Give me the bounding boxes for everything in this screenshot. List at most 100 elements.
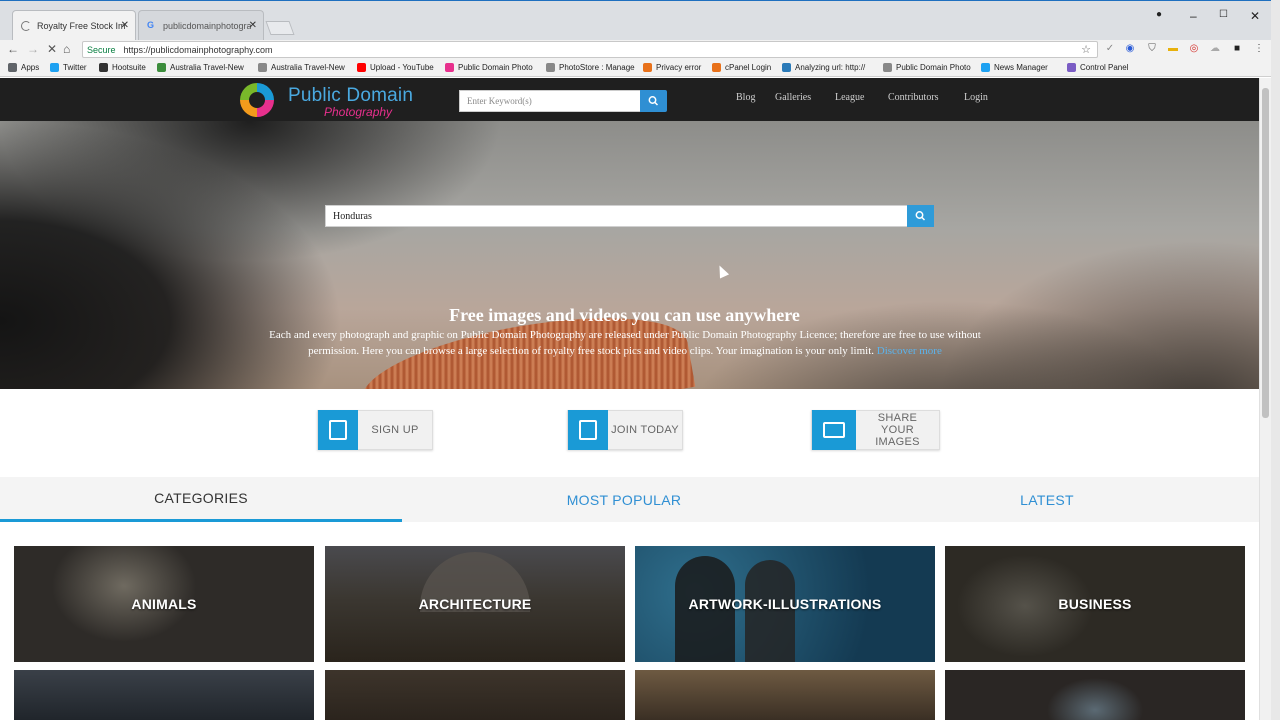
- bookmark-item[interactable]: News Manager: [981, 63, 1048, 72]
- bookmark-item[interactable]: Privacy error: [643, 63, 701, 72]
- bookmark-favicon-icon: [782, 63, 791, 72]
- site-logo[interactable]: Public Domain Photography: [240, 81, 445, 121]
- bookmark-favicon-icon: [50, 63, 59, 72]
- bookmark-favicon-icon: [712, 63, 721, 72]
- sign-up-label: SIGN UP: [371, 424, 419, 436]
- bookmark-item[interactable]: Upload - YouTube: [357, 63, 434, 72]
- tab-title: Royalty Free Stock Image: [37, 21, 125, 31]
- bookmark-item[interactable]: Apps: [8, 63, 39, 72]
- nav-login[interactable]: Login: [964, 92, 988, 103]
- hero-search-button[interactable]: [907, 205, 934, 227]
- browser-tab-active[interactable]: Royalty Free Stock Image ✕: [12, 10, 136, 41]
- extension-check-icon[interactable]: ✓: [1104, 43, 1116, 55]
- share-images-button[interactable]: SHARE YOUR IMAGES: [811, 410, 940, 450]
- hero-banner: Honduras Free images and videos you can …: [0, 121, 1259, 389]
- bookmark-label: PhotoStore : Manage: [559, 63, 635, 72]
- minimize-button[interactable]: –: [1190, 9, 1197, 23]
- nav-contributors[interactable]: Contributors: [888, 92, 939, 103]
- bookmark-star-icon[interactable]: ☆: [1081, 43, 1091, 56]
- category-tile[interactable]: [635, 670, 935, 720]
- bookmark-label: Privacy error: [656, 63, 702, 72]
- new-tab-button[interactable]: [265, 21, 295, 35]
- nav-galleries[interactable]: Galleries: [775, 92, 811, 103]
- bookmark-item[interactable]: Public Domain Photo: [445, 63, 533, 72]
- category-business[interactable]: BUSINESS: [945, 546, 1245, 662]
- address-bar: ← → ✕ ⌂ Secure https://publicdomainphoto…: [0, 40, 1280, 60]
- bookmark-item[interactable]: cPanel Login: [712, 63, 771, 72]
- window-edge: [1271, 0, 1280, 720]
- category-label: ARTWORK-ILLUSTRATIONS: [688, 596, 882, 612]
- extension-dark-icon[interactable]: ■: [1231, 43, 1243, 55]
- stop-icon[interactable]: ✕: [47, 42, 57, 56]
- logo-title: Public Domain: [288, 85, 414, 106]
- maximize-button[interactable]: ☐: [1219, 9, 1228, 20]
- close-tab-icon[interactable]: ✕: [121, 20, 129, 31]
- bookmark-item[interactable]: Control Panel: [1067, 63, 1128, 72]
- bookmark-favicon-icon: [981, 63, 990, 72]
- menu-icon[interactable]: ⋮: [1253, 43, 1265, 55]
- bookmark-favicon-icon: [357, 63, 366, 72]
- bookmark-item[interactable]: Hootsuite: [99, 63, 146, 72]
- bookmark-label: cPanel Login: [725, 63, 772, 72]
- category-label: BUSINESS: [1058, 596, 1132, 612]
- category-tile[interactable]: [14, 670, 314, 720]
- bookmark-item[interactable]: PhotoStore : Manage: [546, 63, 635, 72]
- home-icon[interactable]: ⌂: [63, 42, 70, 56]
- extension-lastpass-icon[interactable]: ◎: [1188, 43, 1200, 55]
- nav-blog[interactable]: Blog: [736, 92, 755, 103]
- search-icon: [648, 96, 659, 106]
- content-tabs: CATEGORIES MOST POPULAR LATEST: [0, 477, 1259, 522]
- sign-up-button[interactable]: SIGN UP: [317, 410, 433, 450]
- url-input[interactable]: Secure https://publicdomainphotography.c…: [82, 41, 1098, 58]
- back-icon[interactable]: ←: [7, 42, 19, 56]
- header-search-button[interactable]: [640, 90, 667, 112]
- bookmark-item[interactable]: Public Domain Photo: [883, 63, 971, 72]
- extension-circle-icon[interactable]: ◉: [1124, 43, 1136, 55]
- bookmark-favicon-icon: [157, 63, 166, 72]
- category-animals[interactable]: ANIMALS: [14, 546, 314, 662]
- bookmark-label: Upload - YouTube: [370, 63, 434, 72]
- share-images-label: SHARE YOUR IMAGES: [875, 412, 920, 448]
- header-search-input[interactable]: Enter Keyword(s): [459, 90, 641, 112]
- tab-title: publicdomainphotograp: [163, 21, 251, 31]
- bookmark-item[interactable]: Analyzing url: http://: [782, 63, 865, 72]
- category-tile[interactable]: [325, 670, 625, 720]
- browser-tab-strip: Royalty Free Stock Image ✕ G publicdomai…: [0, 0, 1280, 41]
- forward-icon[interactable]: →: [27, 42, 39, 56]
- scrollbar-thumb[interactable]: [1262, 88, 1269, 418]
- tab-most-popular[interactable]: MOST POPULAR: [422, 477, 826, 522]
- hero-description-text: Each and every photograph and graphic on…: [269, 329, 981, 357]
- category-tile[interactable]: [945, 670, 1245, 720]
- join-today-button[interactable]: JOIN TODAY: [567, 410, 683, 450]
- bookmark-label: Australia Travel-New: [170, 63, 244, 72]
- hero-search-input[interactable]: Honduras: [325, 205, 908, 227]
- category-artwork-illustrations[interactable]: ARTWORK-ILLUSTRATIONS: [635, 546, 935, 662]
- mouse-cursor-icon: [714, 263, 730, 279]
- bookmark-label: Twitter: [63, 63, 87, 72]
- nav-league[interactable]: League: [835, 92, 864, 103]
- url-text: https://publicdomainphotography.com: [123, 44, 273, 55]
- bookmark-favicon-icon: [258, 63, 267, 72]
- bookmark-label: Public Domain Photo: [458, 63, 533, 72]
- bookmark-label: News Manager: [994, 63, 1048, 72]
- extension-folder-icon[interactable]: ▬: [1167, 43, 1179, 55]
- close-tab-icon[interactable]: ✕: [249, 20, 257, 31]
- extension-cloud-icon[interactable]: ☁: [1209, 43, 1221, 55]
- extension-shield-icon[interactable]: ⛉: [1146, 43, 1158, 55]
- close-window-button[interactable]: ✕: [1250, 9, 1260, 23]
- tab-latest[interactable]: LATEST: [845, 477, 1249, 522]
- discover-more-link[interactable]: Discover more: [877, 345, 942, 357]
- browser-tab[interactable]: G publicdomainphotograp ✕: [138, 10, 264, 41]
- category-architecture[interactable]: ARCHITECTURE: [325, 546, 625, 662]
- bookmark-favicon-icon: [643, 63, 652, 72]
- hero-title: Free images and videos you can use anywh…: [449, 305, 800, 325]
- google-icon: G: [147, 20, 155, 30]
- bookmark-item[interactable]: Australia Travel-New: [157, 63, 244, 72]
- bookmark-favicon-icon: [1067, 63, 1076, 72]
- bookmark-item[interactable]: Twitter: [50, 63, 87, 72]
- page-scrollbar[interactable]: [1259, 78, 1271, 720]
- profile-icon[interactable]: ●: [1156, 9, 1162, 20]
- tab-categories[interactable]: CATEGORIES: [0, 477, 402, 522]
- bookmark-item[interactable]: Australia Travel-New: [258, 63, 345, 72]
- logo-subtitle: Photography: [324, 105, 393, 119]
